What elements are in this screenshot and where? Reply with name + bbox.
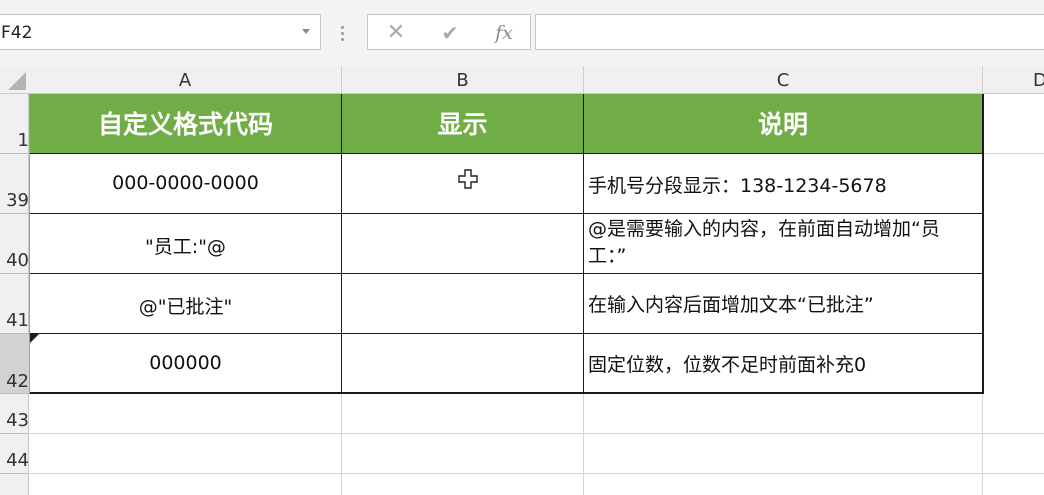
column-header-a[interactable]: A (29, 66, 342, 94)
formula-input[interactable] (535, 14, 1044, 50)
cell-b40[interactable] (342, 214, 583, 273)
drag-handle-icon[interactable] (335, 17, 351, 47)
column-header-b[interactable]: B (342, 66, 584, 94)
table-border (982, 94, 984, 394)
select-all-corner[interactable] (8, 72, 26, 90)
gridline (30, 473, 1044, 474)
row-header-39[interactable]: 39 (0, 190, 29, 214)
row-sep (0, 433, 29, 434)
row-header-bar: 1 39 40 41 42 43 44 (0, 94, 29, 495)
gridline (983, 153, 1044, 154)
cell-a41[interactable]: @"已批注" (30, 292, 341, 319)
row-header-41[interactable]: 41 (0, 310, 29, 334)
insert-function-button[interactable]: fx (478, 15, 530, 51)
name-box-value: F42 (1, 23, 33, 43)
row-header-42[interactable]: 42 (0, 333, 29, 393)
row-sep (0, 473, 29, 474)
chevron-down-icon[interactable] (302, 29, 310, 34)
name-box[interactable]: F42 (0, 14, 321, 50)
gridline (982, 394, 983, 495)
table-border (29, 392, 984, 394)
cell-c40[interactable]: @是需要输入的内容，在前面自动增加“员工：” (588, 216, 976, 270)
cell-c41[interactable]: 在输入内容后面增加文本“已批注” (588, 290, 982, 320)
row-header-40[interactable]: 40 (0, 250, 29, 274)
cell-c39[interactable]: 手机号分段显示：138-1234-5678 (588, 171, 982, 201)
cell-b42[interactable] (342, 334, 583, 392)
table-border (583, 94, 584, 394)
cell-c42[interactable]: 固定位数，位数不足时前面补充0 (588, 350, 982, 380)
row-sep (0, 213, 29, 214)
row-sep (0, 153, 29, 154)
row-sep (0, 333, 29, 334)
comment-indicator-icon (30, 334, 39, 343)
enter-icon[interactable]: ✔ (424, 15, 476, 51)
cell-a39[interactable]: 000-0000-0000 (30, 172, 341, 194)
cell-b39[interactable] (342, 154, 583, 213)
formula-buttons: ✕ ✔ fx (367, 14, 531, 50)
cancel-icon[interactable]: ✕ (370, 15, 422, 51)
row-sep (0, 273, 29, 274)
column-header-c[interactable]: C (584, 66, 983, 94)
gridline (341, 394, 342, 495)
table-header-display[interactable]: 显示 (342, 94, 583, 153)
cell-select-cursor-icon (458, 169, 478, 189)
gridline (30, 433, 1044, 434)
row-header-1[interactable]: 1 (0, 130, 29, 154)
row-header-43[interactable]: 43 (0, 410, 29, 434)
cell-b41[interactable] (342, 274, 583, 333)
cell-a40[interactable]: "员工:"@ (30, 232, 341, 259)
row-header-44[interactable]: 44 (0, 450, 29, 474)
column-header-bar: A B C D (0, 66, 1044, 94)
table-header-code[interactable]: 自定义格式代码 (30, 94, 341, 153)
row-sep (0, 393, 29, 394)
gridline (583, 394, 584, 495)
cell-a42[interactable]: 000000 (30, 352, 341, 374)
column-header-d[interactable]: D (983, 66, 1044, 94)
table-header-desc[interactable]: 说明 (584, 94, 982, 153)
